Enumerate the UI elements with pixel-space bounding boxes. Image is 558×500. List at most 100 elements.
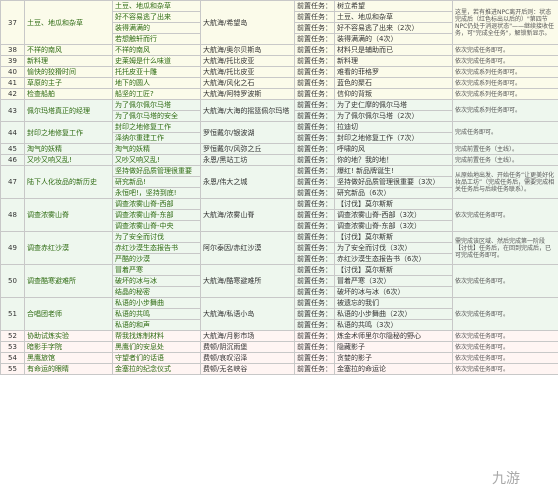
quest-name: 新料理: [24, 55, 113, 67]
prerequisite-quest: 坚持做好品质管理很重要（3次）: [334, 176, 453, 188]
prerequisite-label: 前置任务：: [294, 297, 335, 309]
sub-quest: 守望者们的话语: [112, 352, 201, 364]
quest-name: 调查浓雾山脊: [24, 198, 113, 232]
quest-note: 依次完成系列任务即可。: [452, 99, 558, 122]
sub-quest: 为了佩尔马塔的安全: [112, 110, 201, 122]
quest-name: 佩尔玛塔真正的经理: [24, 99, 113, 122]
prerequisite-label: 前置任务：: [294, 242, 335, 254]
quest-number: 48: [0, 198, 25, 232]
prerequisite-label: 前置任务：: [294, 308, 335, 320]
table-row: 46 又吵又响又乱! 又吵又响又乱! 永恩/黑站工坊 前置任务： 你的地？我的地！ 完成前置…: [0, 154, 558, 166]
quest-location: 大航海/大海的摇篮佩尔玛塔: [200, 99, 295, 122]
quest-number: 54: [0, 352, 25, 364]
prerequisite-quest: 【讨伐】莫尔斯斯: [334, 198, 453, 210]
prerequisite-label: 前置任务：: [294, 319, 335, 331]
quest-note: 依次完成系列任务即可。: [452, 88, 558, 100]
quest-name: 不祥的南风: [24, 44, 113, 56]
prerequisite-quest: 【讨伐】莫尔斯斯: [334, 264, 453, 276]
table-row: 47 陆下人化妆品的新历史 坚持做好品质管理很重要 永恩/伟大之城 前置任务： 爆红! 新…: [0, 165, 558, 199]
quest-location: 罗恒戴尔/风弥之丘: [200, 143, 295, 155]
prerequisite-label: 前置任务：: [294, 264, 335, 276]
quest-number: 38: [0, 44, 25, 56]
prerequisite-quest: 贪婪的影子: [334, 352, 453, 364]
sub-quest: 帮我找炼制材料: [112, 330, 201, 342]
quest-number: 37: [0, 0, 25, 45]
prerequisite-quest: 为了史仁摩的佩尔马塔: [334, 99, 453, 111]
quest-note: 依次完成系列任务即可。: [452, 66, 558, 78]
quest-location: 大航海/托比皮亚: [200, 55, 295, 67]
sub-quest: 淘气的妖精: [112, 143, 201, 155]
prerequisite-quest: 隐藏影子: [334, 341, 453, 353]
quest-location: 罗恒戴尔/银波湖: [200, 121, 295, 144]
table-row: 37 土豆、地瓜和杂草 土豆、地瓜和杂草 大航海/希望岛 前置任务： 树立希望 这里，若有推…: [0, 0, 558, 45]
quest-name: 封印之地修复工作: [24, 121, 113, 144]
quest-number: 41: [0, 77, 25, 89]
prerequisite-label: 前置任务：: [294, 231, 335, 243]
quest-note: 需完成该区域、然后完成第一阶段【讨伐】任务后，在回到完成后，已可完成任务即可。: [452, 231, 558, 265]
prerequisite-label: 前置任务：: [294, 143, 335, 155]
sub-quest: 土豆、地瓜和杂草: [112, 0, 201, 12]
prerequisite-quest: 蓝色的聚石: [334, 77, 453, 89]
quest-name: 陆下人化妆品的新历史: [24, 165, 113, 199]
sub-quest: 黑鹰们的安息处: [112, 341, 201, 353]
prerequisite-quest: 树立希望: [334, 0, 453, 12]
quest-number: 46: [0, 154, 25, 166]
quest-name: 又吵又响又乱!: [24, 154, 113, 166]
quest-note: 依次完成任务即可。: [452, 341, 558, 353]
prerequisite-label: 前置任务：: [294, 121, 335, 133]
quest-location: 永恩/伟大之城: [200, 165, 295, 199]
prerequisite-quest: 你的地？我的地！: [334, 154, 453, 166]
quest-location: 大航海/托比皮亚: [200, 66, 295, 78]
sub-quest: 研究新品!: [112, 176, 201, 188]
prerequisite-quest: 赤红沙漠生态报告书（6次）: [334, 253, 453, 265]
table-row: 53 暗影手字院 黑鹰们的安息处 费顿/阴沉雨堡 前置任务： 隐藏影子 依次完成任务即可。: [0, 341, 558, 353]
prerequisite-label: 前置任务：: [294, 330, 335, 342]
prerequisite-quest: 封印之地修复工作（7次）: [334, 132, 453, 144]
quest-location: 费顿/哀叹沼泽: [200, 352, 295, 364]
quest-note: 完成前置任务（主线）。: [452, 143, 558, 155]
sub-quest: 坚持做好品质管理很重要: [112, 165, 201, 177]
quest-note: 依次完成任务即可。: [452, 330, 558, 342]
sub-quest: 为了安全而讨伐: [112, 231, 201, 243]
sub-quest: 结晶的秘密: [112, 286, 201, 298]
quest-location: 大航海/浓雾山脊: [200, 198, 295, 232]
prerequisite-quest: 为了佩尔佩尔马塔（2次）: [334, 110, 453, 122]
quest-name: 草原的主子: [24, 77, 113, 89]
prerequisite-quest: 【讨伐】莫尔斯斯: [334, 231, 453, 243]
prerequisite-label: 前置任务：: [294, 209, 335, 221]
quest-name: 调查赤红沙漠: [24, 231, 113, 265]
prerequisite-label: 前置任务：: [294, 286, 335, 298]
prerequisite-label: 前置任务：: [294, 275, 335, 287]
sub-quest: 调查浓雾山脊-西部: [112, 198, 201, 210]
sub-quest: 地下的圆人: [112, 77, 201, 89]
quest-location: 大航海/希望岛: [200, 0, 295, 45]
quest-name: 合唱团老师: [24, 297, 113, 331]
quest-name: 调查酷寒避难所: [24, 264, 113, 298]
sub-quest: 史莱姆是什么味道: [112, 55, 201, 67]
table-row: 40 愉快的狡猾时间 托托皮亚十雕 大航海/托比皮亚 前置任务： 难看的菲格罗 依次完成系列…: [0, 66, 558, 78]
prerequisite-quest: 私语的共鸣（3次）: [334, 319, 453, 331]
quest-number: 55: [0, 363, 25, 375]
prerequisite-label: 前置任务：: [294, 198, 335, 210]
prerequisite-quest: 为了安全而讨伐（3次）: [334, 242, 453, 254]
table-row: 51 合唱团老师 私语的小步舞曲 大航海/私语小岛 前置任务： 被遗忘的我们 依次完成任务即…: [0, 297, 558, 331]
prerequisite-label: 前置任务：: [294, 66, 335, 78]
prerequisite-quest: 爆红! 新品牌诞生!: [334, 165, 453, 177]
quest-note: 依次完成任务即可。: [452, 264, 558, 298]
quest-number: 43: [0, 99, 25, 122]
prerequisite-quest: 被遗忘的我们: [334, 297, 453, 309]
quest-note: 从原始地出发、开始任务“让更美好化妆品工坊”（完成任务后，需要完成相关任务后与后…: [452, 165, 558, 199]
quest-location: 大航海/月影市场: [200, 330, 295, 342]
table-row: 43 佩尔玛塔真正的经理 为了佩尔佩尔马塔 大航海/大海的摇篮佩尔玛塔 前置任务： 为了史…: [0, 99, 558, 122]
quest-number: 49: [0, 231, 25, 265]
quest-location: 永恩/黑站工坊: [200, 154, 295, 166]
sub-quest: 严酷的沙漠: [112, 253, 201, 265]
sub-quest: 私语的小步舞曲: [112, 297, 201, 309]
prerequisite-quest: 调查浓雾山脊-西部（3次）: [334, 209, 453, 221]
table-row: 38 不祥的南风 不祥的南风 大航海/奥尔贝斯岛 前置任务： 材料只是辅助而已 依次完成任务…: [0, 44, 558, 56]
sub-quest: 调查浓雾山脊-东部: [112, 209, 201, 221]
prerequisite-quest: 研究新品（6次）: [334, 187, 453, 199]
sub-quest: 永恒吧!，坚持到底!: [112, 187, 201, 199]
prerequisite-label: 前置任务：: [294, 44, 335, 56]
watermark-logo: 九游: [492, 471, 520, 487]
